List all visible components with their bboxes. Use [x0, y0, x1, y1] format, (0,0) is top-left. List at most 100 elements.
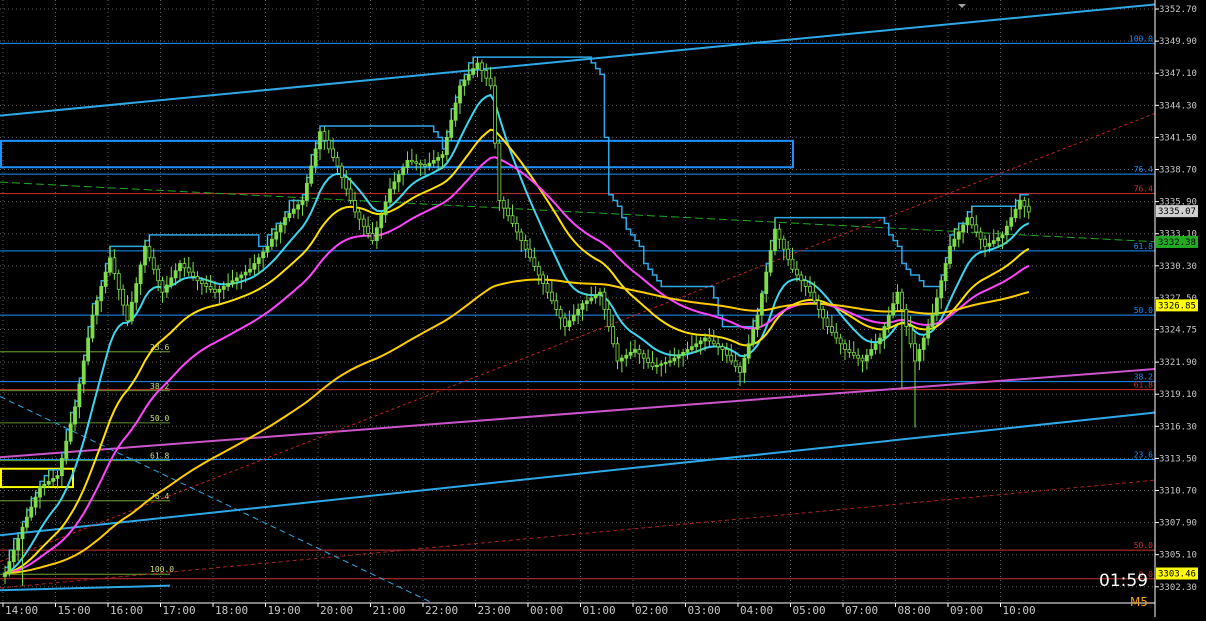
candle-body: [589, 297, 594, 302]
candle-body: [423, 164, 427, 167]
time-tick-label: 19:00: [268, 604, 301, 617]
candle-body: [182, 263, 187, 269]
candle-body: [803, 280, 808, 287]
candle-body: [558, 308, 563, 319]
candle-body: [173, 270, 178, 279]
candle-body: [59, 458, 64, 477]
price-chart[interactable]: 100.0 76.4 76.4 61.8 50.0 38.2 61.8 23.6 50.0 0.0…: [0, 0, 1206, 617]
chart-canvas[interactable]: 100.076.476.461.850.038.261.823.650.00.0…: [0, 0, 1206, 617]
candle-body: [484, 70, 489, 79]
candle-body: [374, 227, 379, 241]
candle-body: [961, 224, 966, 233]
candle-body: [689, 346, 694, 350]
candle-body: [978, 231, 983, 240]
candle-body: [974, 224, 979, 233]
fib-level-label: 23.6: [1134, 451, 1153, 460]
candle-body: [917, 349, 922, 362]
candle-body: [694, 343, 699, 348]
candle-body: [939, 280, 944, 299]
price-tick-label: 3321.90: [1159, 358, 1197, 368]
candle-body: [90, 314, 95, 339]
candle-body: [825, 317, 830, 327]
candle-body: [711, 340, 716, 345]
candle-body: [646, 357, 651, 363]
candle-body: [466, 73, 471, 81]
candle-body: [615, 343, 620, 362]
candle-body: [716, 343, 721, 348]
time-tick-label: 09:00: [950, 604, 983, 617]
candle-body: [335, 157, 340, 167]
candle-body: [353, 200, 357, 213]
candle-body: [178, 263, 182, 272]
price-tick-label: 3302.30: [1159, 583, 1197, 593]
price-tick-label: 3310.70: [1159, 487, 1197, 497]
candle-body: [720, 346, 725, 350]
candle-body: [3, 572, 7, 577]
fib-level-label: 76.4: [1134, 165, 1153, 174]
candle-body: [921, 337, 926, 350]
candle-body: [991, 240, 996, 244]
candle-body: [567, 320, 572, 327]
candle-body: [536, 265, 541, 276]
candle-body: [781, 238, 786, 250]
candle-body: [580, 303, 585, 310]
fib-left-label: 50.0: [150, 414, 169, 423]
fib-left-label: 61.8: [150, 452, 169, 461]
price-tick-label: 3307.90: [1159, 519, 1197, 529]
candle-body: [598, 291, 602, 296]
candle-body: [812, 291, 817, 302]
candle-body: [637, 349, 642, 355]
candle-body: [444, 137, 449, 156]
candle-body: [996, 237, 1001, 241]
candle-body: [449, 119, 454, 138]
candle-body: [243, 271, 248, 276]
candle-body: [304, 182, 309, 201]
candle-body: [64, 440, 69, 459]
candle-body: [278, 224, 283, 233]
candle-body: [873, 343, 878, 350]
candle-body: [94, 300, 99, 316]
candle-body: [396, 174, 401, 183]
candle-body: [160, 280, 165, 293]
fib-level-label: 76.4: [1134, 185, 1153, 194]
price-tick-label: 3341.50: [1159, 133, 1197, 143]
candle-body: [33, 496, 38, 508]
candle-body: [230, 280, 235, 284]
candle-body: [129, 301, 134, 322]
candle-body: [357, 211, 362, 220]
candle-body: [1026, 205, 1031, 213]
price-marker: 3303.46: [1156, 567, 1198, 580]
candle-body: [545, 283, 550, 293]
candle-body: [576, 308, 581, 316]
candle-body: [746, 343, 751, 359]
candle-body: [440, 154, 445, 158]
candle-body: [493, 85, 497, 144]
candle-body: [541, 274, 546, 284]
candle-body: [103, 271, 108, 287]
fib-level-label: 61.8: [1134, 381, 1153, 390]
candle-body: [379, 214, 384, 229]
price-tick-label: 3319.10: [1159, 390, 1197, 400]
candle-body: [1013, 208, 1018, 219]
fib-level-label: 100.0: [1129, 34, 1153, 43]
candle-body: [821, 308, 826, 319]
candle-body: [234, 277, 239, 282]
candle-body: [891, 303, 896, 316]
price-marker: 3335.07: [1156, 205, 1198, 218]
time-tick-label: 00:00: [530, 604, 563, 617]
candle-body: [628, 351, 633, 356]
price-tick-label: 3313.50: [1159, 454, 1197, 464]
candle-body: [291, 208, 296, 214]
candle-body: [86, 337, 91, 362]
price-marker: 3326.85: [1156, 299, 1198, 312]
candle-body: [479, 62, 484, 71]
price-tick-label: 3338.70: [1159, 166, 1197, 176]
candle-body: [786, 248, 791, 260]
candle-body: [226, 283, 231, 287]
candle-body: [965, 217, 970, 226]
candle-body: [1009, 217, 1014, 227]
candle-body: [764, 271, 769, 295]
candle-body: [46, 480, 51, 485]
candle-body: [221, 286, 226, 290]
candle-body: [116, 273, 121, 290]
